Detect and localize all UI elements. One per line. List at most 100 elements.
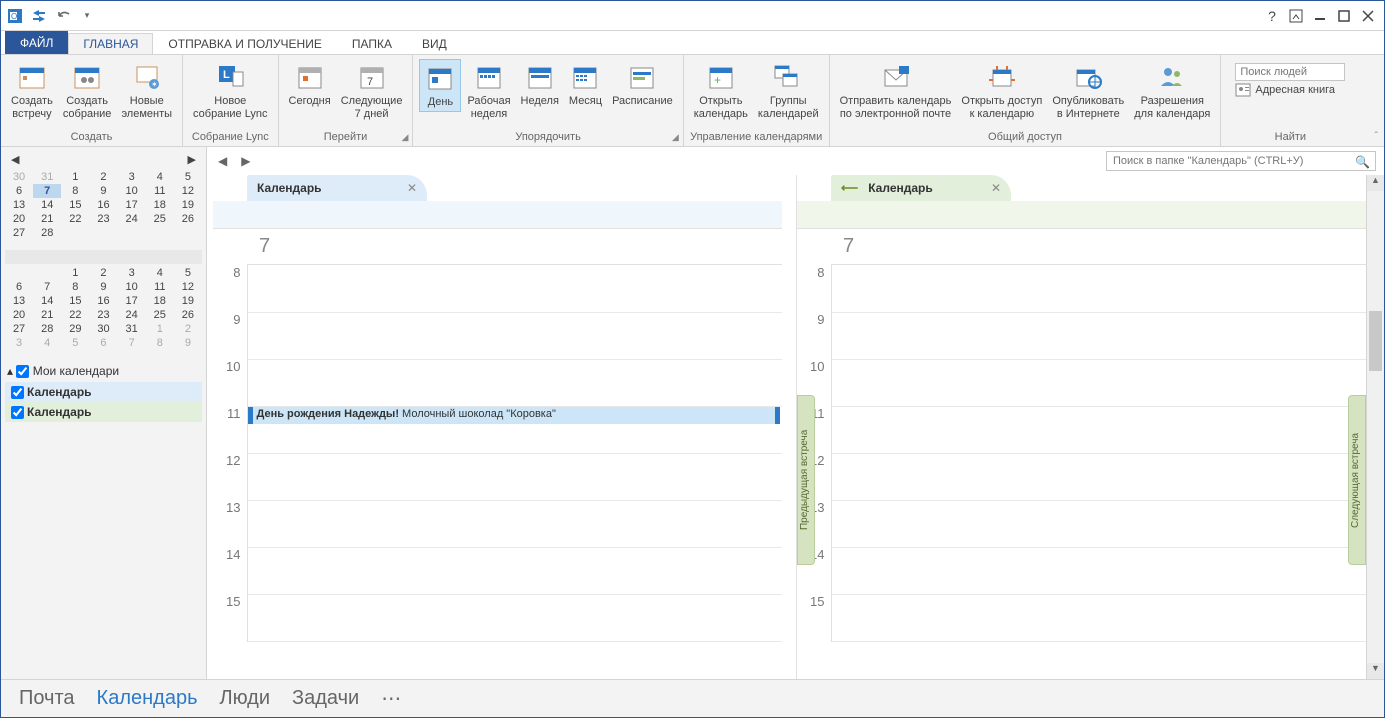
mini-day[interactable]: 10 [118,184,146,198]
time-slot[interactable] [247,500,782,547]
next-month-icon[interactable]: ▶ [188,153,196,166]
pane-1-close-icon[interactable]: ✕ [407,181,417,195]
prev-meeting-handle[interactable]: Предыдущая встреча [797,395,815,565]
mini-day[interactable]: 17 [118,198,146,212]
mini-day[interactable]: 12 [174,184,202,198]
mini-day[interactable]: 5 [174,170,202,184]
mini-day[interactable]: 31 [33,170,61,184]
mini-day[interactable]: 24 [118,212,146,226]
calendar-2-checkbox[interactable] [11,406,24,419]
mini-day[interactable]: 18 [146,198,174,212]
tab-view[interactable]: ВИД [407,33,462,54]
mini-day[interactable]: 6 [5,184,33,198]
mini-day[interactable]: 4 [146,266,174,280]
mini-day[interactable]: 8 [61,280,89,294]
my-calendars-group[interactable]: ▴ Мои календари [5,360,202,382]
time-slot[interactable] [831,359,1366,406]
today-button[interactable]: Сегодня [285,59,335,110]
time-slot[interactable] [247,312,782,359]
new-items-button[interactable]: ✶ Новые элементы [117,59,176,122]
tab-home[interactable]: ГЛАВНАЯ [68,33,153,54]
qat-customize-icon[interactable]: ▾ [77,6,97,26]
time-slot[interactable] [831,312,1366,359]
mini-day[interactable]: 3 [5,336,33,350]
mini-day[interactable]: 27 [5,322,33,336]
mini-day[interactable]: 3 [118,170,146,184]
arrange-dialog-launcher[interactable]: ◢ [672,132,679,143]
mini-day[interactable] [5,266,33,280]
nav-calendar[interactable]: Календарь [97,687,198,710]
mini-day[interactable]: 12 [174,280,202,294]
tab-folder[interactable]: ПАПКА [337,33,407,54]
pane-2-grid[interactable]: 89101112131415 Предыдущая встреча Следую… [797,265,1366,679]
mini-day[interactable]: 28 [33,322,61,336]
mini-calendar-1[interactable]: ◀ ▶ 303112345678910111213141516171819202… [5,153,202,240]
pane-2-close-icon[interactable]: ✕ [991,181,1001,195]
mini-day[interactable] [118,226,146,240]
time-slot[interactable] [831,500,1366,547]
mini-day[interactable]: 14 [33,198,61,212]
mini-day[interactable]: 26 [174,308,202,322]
mini-day[interactable]: 21 [33,212,61,226]
time-slot[interactable]: День рождения Надежды! Молочный шоколад … [247,406,782,453]
scroll-thumb[interactable] [1369,311,1382,371]
mini-day[interactable]: 15 [61,198,89,212]
mini-day[interactable]: 19 [174,294,202,308]
calendar-item-2[interactable]: Календарь [5,402,202,422]
calendar-1-checkbox[interactable] [11,386,24,399]
mini-day[interactable]: 17 [118,294,146,308]
mini-day[interactable]: 11 [146,184,174,198]
tab-file[interactable]: ФАЙЛ [5,31,68,54]
mini-day[interactable]: 7 [33,184,61,198]
calendar-item-1[interactable]: Календарь [5,382,202,402]
mini-day[interactable]: 14 [33,294,61,308]
mini-day[interactable]: 27 [5,226,33,240]
time-slot[interactable] [831,547,1366,594]
mini-day[interactable]: 28 [33,226,61,240]
pane-2-tab[interactable]: ⟵ Календарь ✕ [831,175,1011,201]
mini-day[interactable] [89,226,117,240]
mini-day[interactable]: 18 [146,294,174,308]
mini-day[interactable]: 1 [146,322,174,336]
next-day-icon[interactable]: ▶ [238,154,253,168]
time-slot[interactable] [831,406,1366,453]
mini-day[interactable] [33,266,61,280]
mini-day[interactable]: 11 [146,280,174,294]
nav-mail[interactable]: Почта [19,687,75,710]
mini-day[interactable]: 8 [146,336,174,350]
publish-online-button[interactable]: Опубликовать в Интернете [1048,59,1128,122]
mini-day[interactable]: 9 [174,336,202,350]
mini-day[interactable]: 7 [118,336,146,350]
mini-day[interactable]: 22 [61,308,89,322]
mini-day[interactable]: 9 [89,184,117,198]
pane-2-back-icon[interactable]: ⟵ [841,181,858,195]
maximize-button[interactable] [1332,4,1356,28]
mini-day[interactable] [61,226,89,240]
mini-calendar-2[interactable]: 1234567891011121314151617181920212223242… [5,250,202,350]
time-slot[interactable] [831,453,1366,500]
calendar-event[interactable]: День рождения Надежды! Молочный шоколад … [248,407,781,424]
mini-day[interactable]: 31 [118,322,146,336]
time-slot[interactable] [247,265,782,312]
next7-button[interactable]: 7 Следующие 7 дней [337,59,407,122]
mini-day[interactable]: 30 [5,170,33,184]
mini-day[interactable]: 25 [146,308,174,322]
mini-day[interactable]: 16 [89,198,117,212]
minimize-button[interactable] [1308,4,1332,28]
lync-meeting-button[interactable]: L Новое собрание Lync [189,59,272,122]
tab-send-receive[interactable]: ОТПРАВКА И ПОЛУЧЕНИЕ [153,33,336,54]
mini-day[interactable]: 20 [5,212,33,226]
mini-day[interactable]: 13 [5,198,33,212]
mini-day[interactable]: 5 [61,336,89,350]
scroll-up-icon[interactable]: ▲ [1367,175,1384,191]
scroll-down-icon[interactable]: ▼ [1367,663,1384,679]
mini-day[interactable]: 1 [61,170,89,184]
week-button[interactable]: Неделя [517,59,563,110]
permissions-button[interactable]: Разрешения для календаря [1130,59,1214,122]
undo-icon[interactable] [53,6,73,26]
vertical-scrollbar[interactable]: ▲ ▼ [1366,175,1384,679]
calendar-groups-button[interactable]: Группы календарей [754,59,823,122]
nav-more[interactable]: ⋯ [381,686,401,711]
mini-day[interactable]: 4 [33,336,61,350]
prev-month-icon[interactable]: ◀ [11,153,19,166]
